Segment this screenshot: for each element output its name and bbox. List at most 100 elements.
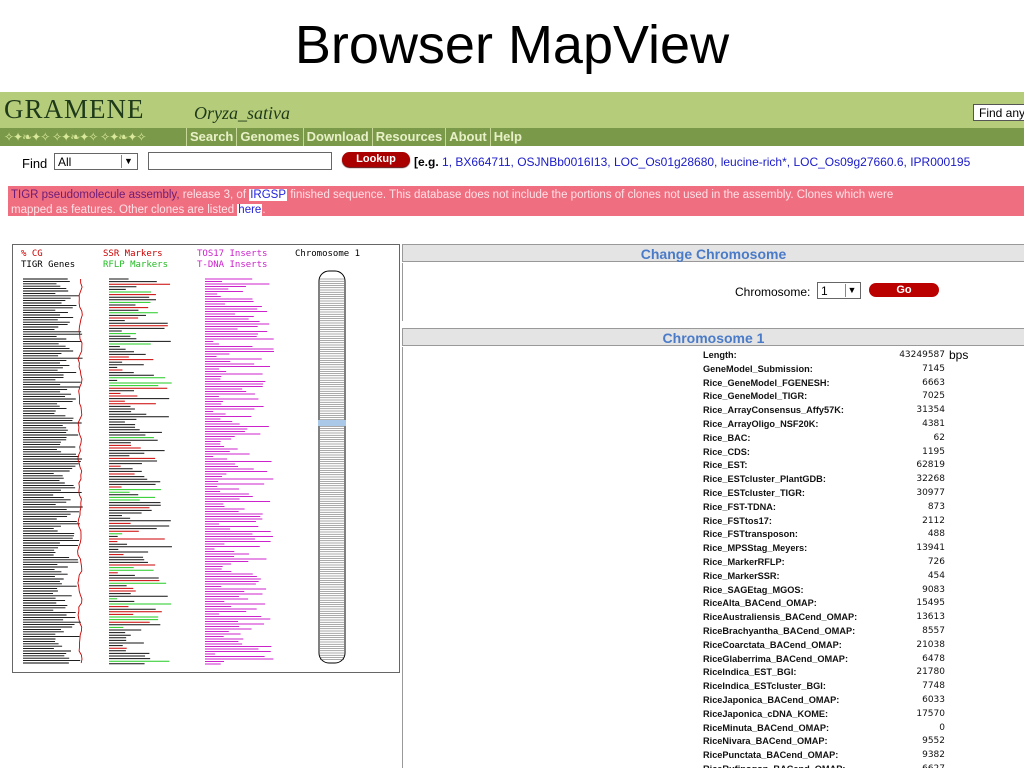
- stat-value: 7025: [922, 391, 945, 402]
- stat-value: 726: [927, 556, 945, 567]
- stat-name: Length:: [703, 350, 737, 360]
- stat-name: RiceJaponica_BACend_OMAP:: [703, 694, 840, 705]
- stat-value: 1195: [922, 446, 945, 457]
- stat-value: 9382: [922, 750, 945, 761]
- example-link[interactable]: OSJNBb0016I13,: [517, 155, 610, 169]
- example-link[interactable]: 1,: [442, 155, 452, 169]
- stat-name: Rice_ArrayOligo_NSF20K:: [703, 418, 819, 429]
- nav-download[interactable]: Download: [302, 128, 372, 146]
- stat-value: 488: [927, 529, 945, 540]
- chevron-down-icon: ▼: [845, 284, 858, 297]
- stat-value: 6663: [922, 377, 945, 388]
- centromere-marker: [318, 420, 346, 426]
- gramene-header: GRAMENE Oryza_sativa Find any: [0, 92, 1024, 128]
- stat-name: Rice_ESTcluster_PlantGDB:: [703, 474, 826, 485]
- gramene-logo[interactable]: GRAMENE: [4, 96, 145, 123]
- stat-value: 6033: [922, 694, 945, 705]
- chromosome-label: Chromosome:: [735, 285, 811, 299]
- stat-name: Rice_GeneModel_FGENESH:: [703, 377, 830, 388]
- assembly-notice: TIGR pseudomolecule assembly, release 3,…: [8, 186, 1024, 216]
- stat-value: 9083: [922, 584, 945, 595]
- nav-genomes[interactable]: Genomes: [236, 128, 302, 146]
- stat-name: RiceGlaberrima_BACend_OMAP:: [703, 653, 848, 664]
- stat-name: Rice_MPSStag_Meyers:: [703, 543, 808, 554]
- quick-find-input[interactable]: Find any: [973, 104, 1024, 121]
- lookup-button[interactable]: Lookup: [342, 152, 410, 167]
- stat-name: Rice_ESTcluster_TIGR:: [703, 487, 805, 498]
- stat-value: 13613: [916, 612, 945, 623]
- nav-help[interactable]: Help: [489, 128, 525, 146]
- chevron-down-icon: ▼: [121, 155, 135, 168]
- stat-name: Rice_CDS:: [703, 446, 750, 457]
- stat-name: Rice_FSTtos17:: [703, 515, 772, 526]
- stat-name: Rice_BAC:: [703, 432, 751, 443]
- chromosome-select-value: 1: [821, 284, 828, 298]
- stat-name: Rice_MarkerRFLP:: [703, 556, 785, 567]
- example-link[interactable]: LOC_Os01g28680,: [614, 155, 717, 169]
- chromosome-info-title: Chromosome 1: [402, 328, 1024, 346]
- stat-name: RiceJaponica_cDNA_KOME:: [703, 708, 829, 719]
- stat-name: RiceIndica_ESTcluster_BGI:: [703, 681, 826, 692]
- stat-value: 4381: [922, 418, 945, 429]
- notice-text: finished sequence. This database does no…: [287, 189, 894, 201]
- find-input[interactable]: [148, 152, 332, 170]
- stat-value: 7748: [922, 681, 945, 692]
- stat-name: Rice_FSTtransposon:: [703, 529, 798, 540]
- chromosome-select[interactable]: 1 ▼: [817, 282, 861, 299]
- find-select-value: All: [58, 155, 72, 169]
- stat-value: 30977: [916, 487, 945, 498]
- chromosome-info-panel: Change Chromosome Chromosome: 1 ▼ Go Chr…: [402, 244, 1024, 768]
- stat-value: 7145: [922, 363, 945, 374]
- stat-value: 43249587: [899, 350, 945, 360]
- here-link[interactable]: here: [237, 204, 263, 216]
- stat-value: 62819: [916, 460, 945, 471]
- example-link[interactable]: BX664711,: [455, 155, 514, 169]
- stat-value: 62: [933, 432, 945, 443]
- example-link[interactable]: leucine-rich*,: [721, 155, 790, 169]
- stat-name: Rice_MarkerSSR:: [703, 570, 780, 581]
- nav-links: Search Genomes Download Resources About …: [186, 128, 525, 146]
- stat-name: RiceAlta_BACend_OMAP:: [703, 598, 817, 609]
- nav-about[interactable]: About: [445, 128, 490, 146]
- stat-value: 6627: [853, 763, 945, 768]
- stat-name: Rice_EST:: [703, 460, 748, 471]
- go-button[interactable]: Go: [869, 283, 939, 297]
- stat-name: RiceRufipogon_BACend_OMAP:: [703, 763, 845, 768]
- stat-value: 17570: [916, 708, 945, 719]
- notice-text: mapped as features. Other clones are lis…: [11, 204, 238, 216]
- notice-text: TIGR pseudomolecule assembly,: [11, 189, 183, 201]
- nav-search[interactable]: Search: [186, 128, 236, 146]
- stat-value: 32268: [916, 474, 945, 485]
- notice-text: .: [262, 204, 266, 216]
- stat-name: RiceMinuta_BACend_OMAP:: [703, 722, 830, 733]
- find-type-select[interactable]: All ▼: [54, 153, 138, 170]
- notice-text: release 3, of: [182, 189, 250, 201]
- stat-value: 454: [927, 570, 945, 581]
- species-name: Oryza_sativa: [194, 103, 290, 123]
- stat-value: 15495: [916, 598, 945, 609]
- example-link[interactable]: LOC_Os09g27660.6,: [793, 155, 906, 169]
- stat-value: 31354: [916, 405, 945, 416]
- cg-content-line: [77, 278, 83, 664]
- stat-name: GeneModel_Submission:: [703, 363, 813, 374]
- stat-value: 9552: [922, 736, 945, 747]
- stat-value: 873: [927, 501, 945, 512]
- change-chromosome-title: Change Chromosome: [402, 244, 1024, 262]
- irgsp-link[interactable]: IRGSP: [249, 189, 288, 201]
- chromosome-stats-area: Length: 43249587 bps GeneModel_Submission: 7…: [402, 347, 1024, 768]
- browser-screenshot: GRAMENE Oryza_sativa Find any ✧✦❧✦✧ ✧✦❧✦…: [0, 92, 1024, 768]
- stat-value: 13941: [916, 543, 945, 554]
- stat-name: RiceIndica_EST_BGI:: [703, 667, 797, 678]
- feature-tracks[interactable]: [13, 245, 399, 672]
- slide-title: Browser MapView: [294, 15, 730, 75]
- stat-value: 6478: [922, 653, 945, 664]
- stat-name: Rice_ArrayConsensus_Affy57K:: [703, 405, 844, 416]
- stat-name: Rice_FST-TDNA:: [703, 501, 776, 512]
- stat-value: 21780: [916, 667, 945, 678]
- stat-value: 8557: [922, 625, 945, 636]
- stat-name: RiceNivara_BACend_OMAP:: [703, 736, 828, 747]
- nav-resources[interactable]: Resources: [371, 128, 445, 146]
- example-link[interactable]: IPR000195: [910, 155, 970, 169]
- examples-prefix: [e.g.: [414, 155, 439, 169]
- stat-name: Rice_SAGEtag_MGOS:: [703, 584, 804, 595]
